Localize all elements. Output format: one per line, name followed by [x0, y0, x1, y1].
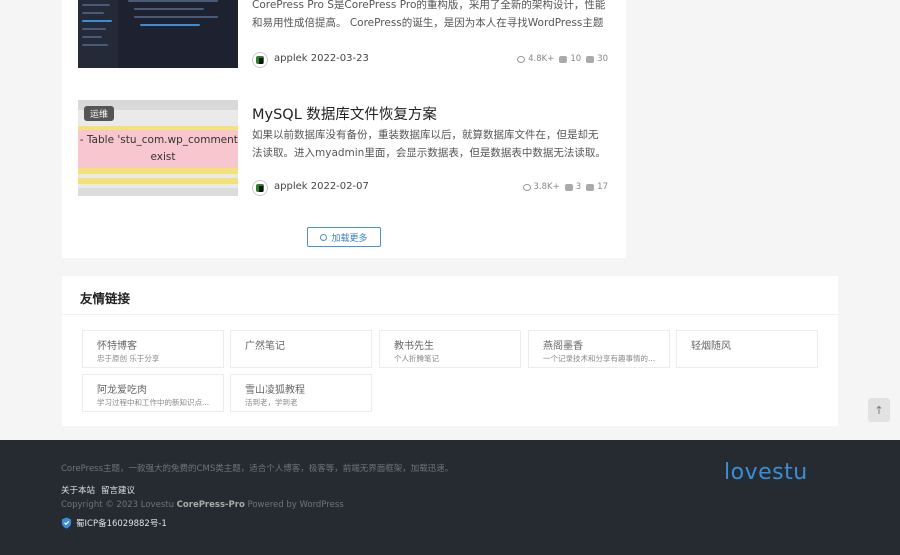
view-count: 3.8K+ [533, 182, 560, 192]
comment-count: 10 [570, 54, 582, 64]
comment-icon [564, 183, 573, 191]
friend-link-desc: 一个记录技术和分享有趣事情的... [543, 354, 656, 363]
footer-link-about[interactable]: 关于本站 [61, 484, 95, 496]
friend-link-desc: 个人折腾笔记 [394, 354, 439, 363]
post-excerpt: CorePress Pro S是CorePress Pro的重构版，采用了全新的… [252, 0, 606, 29]
eye-icon [522, 183, 531, 191]
thumbnail-text: 6 - Table 'stu_com.wp_comments' d [78, 134, 238, 146]
icp-record[interactable]: 蜀ICP备16029882号-1 [61, 517, 167, 529]
author-avatar[interactable] [252, 180, 268, 196]
author-name[interactable]: applek [274, 181, 308, 192]
friend-link-name: 阿龙爱吃肉 [97, 385, 147, 396]
footer-description: CorePress主题，一款强大的免费的CMS类主题，适合个人博客，极客等，前端… [61, 464, 454, 474]
post-meta: applek 2022-02-07 3.8K+ 3 17 [252, 180, 608, 196]
friend-link[interactable]: 怀特博客 忠于原创 乐于分享 [82, 330, 224, 368]
post-meta: applek 2022-03-23 4.8K+ 10 30 [252, 52, 608, 68]
friend-link-name: 广然笔记 [245, 341, 285, 352]
like-count: 30 [597, 54, 608, 64]
friend-link[interactable]: 阿龙爱吃肉 学习过程中和工作中的新知识点... [82, 374, 224, 412]
friend-link-name: 轻烟随风 [691, 341, 731, 352]
post-stats: 4.8K+ 10 30 [514, 54, 608, 64]
friend-link-name: 雪山凌狐教程 [245, 385, 305, 396]
friend-link[interactable]: 轻烟随风 [676, 330, 818, 368]
friend-link[interactable]: 雪山凌狐教程 活到老，学到老 [230, 374, 372, 412]
friend-link-desc: 学习过程中和工作中的新知识点... [97, 398, 210, 407]
site-logo[interactable]: lovestu [724, 460, 808, 485]
site-footer: CorePress主题，一款强大的免费的CMS类主题，适合个人博客，极客等，前端… [0, 440, 900, 555]
loading-icon [320, 233, 328, 241]
friend-link-desc: 忠于原创 乐于分享 [97, 354, 160, 363]
friend-link-name: 怀特博客 [97, 341, 137, 352]
author-avatar[interactable] [252, 52, 268, 68]
footer-copyright: Copyright © 2023 Lovestu CorePress-Pro P… [61, 500, 344, 510]
friend-link[interactable]: 教书先生 个人折腾笔记 [379, 330, 521, 368]
friend-link-name: 教书先生 [394, 341, 434, 352]
load-more-label: 加载更多 [331, 233, 368, 244]
eye-icon [517, 55, 526, 63]
post-item[interactable]: CorePress Pro S是CorePress Pro的重构版，采用了全新的… [78, 0, 610, 80]
footer-links: 关于本站 留言建议 [61, 484, 135, 496]
icp-text: 蜀ICP备16029882号-1 [76, 519, 167, 529]
author-name[interactable]: applek [274, 53, 308, 64]
thumbs-up-icon [586, 183, 595, 191]
arrow-up-icon: ↑ [874, 403, 884, 417]
friend-link[interactable]: 燕阁墨香 一个记录技术和分享有趣事情的... [528, 330, 670, 368]
view-count: 4.8K+ [528, 54, 555, 64]
powered-by[interactable]: Powered by WordPress [248, 500, 344, 510]
post-date: 2022-03-23 [310, 53, 369, 64]
shield-icon [61, 517, 72, 529]
thumbnail-text: exist [150, 151, 176, 163]
post-item[interactable]: 6 - Table 'stu_com.wp_comments' d exist … [78, 100, 610, 200]
post-title[interactable]: MySQL 数据库文件恢复方案 [252, 103, 437, 124]
back-to-top-button[interactable]: ↑ [868, 398, 890, 422]
friend-links-card: 友情链接 怀特博客 忠于原创 乐于分享 广然笔记 教书先生 个人折腾笔记 燕阁墨… [62, 276, 838, 426]
post-thumbnail[interactable]: 6 - Table 'stu_com.wp_comments' d exist … [78, 100, 238, 196]
like-count: 17 [597, 182, 608, 192]
post-date: 2022-02-07 [310, 181, 369, 192]
friend-link[interactable]: 广然笔记 [230, 330, 372, 368]
friend-link-name: 燕阁墨香 [543, 341, 583, 352]
load-more-button[interactable]: 加载更多 [307, 227, 381, 247]
post-excerpt: 如果以前数据库没有备份，重装数据库以后，就算数据库文件在，但是却无法读取。进入m… [252, 129, 606, 159]
post-list-card: CorePress Pro S是CorePress Pro的重构版，采用了全新的… [62, 0, 626, 258]
friend-links-title: 友情链接 [80, 291, 131, 306]
category-tag[interactable]: 运维 [84, 106, 115, 121]
footer-link-feedback[interactable]: 留言建议 [101, 484, 135, 496]
divider [62, 314, 838, 315]
post-stats: 3.8K+ 3 17 [520, 182, 608, 192]
copyright-text: Copyright © 2023 Lovestu [61, 500, 174, 510]
thumbs-up-icon [586, 55, 595, 63]
post-thumbnail[interactable] [78, 0, 238, 68]
friend-link-desc: 活到老，学到老 [245, 398, 298, 407]
comment-count: 3 [575, 182, 582, 192]
comment-icon [559, 55, 568, 63]
theme-link[interactable]: CorePress-Pro [177, 500, 245, 510]
